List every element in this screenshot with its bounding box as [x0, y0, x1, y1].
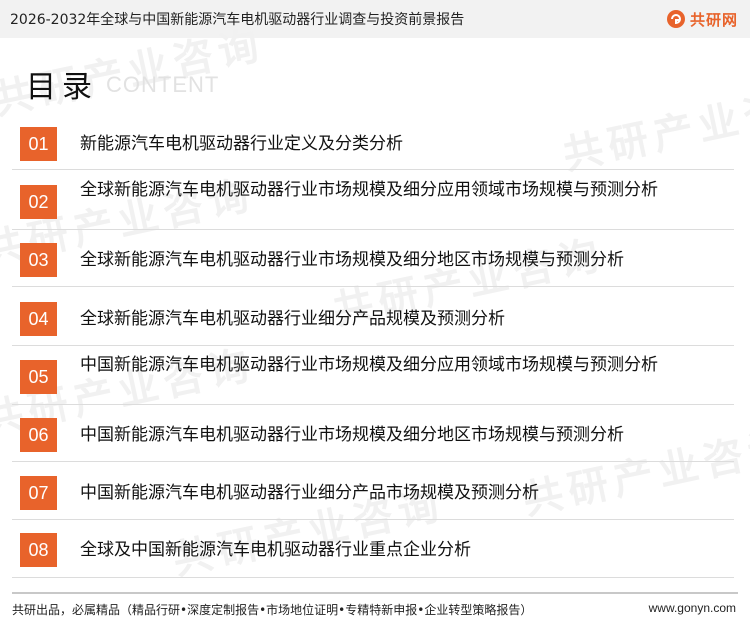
report-title: 2026-2032年全球与中国新能源汽车电机驱动器行业调查与投资前景报告	[10, 12, 465, 28]
divider	[12, 404, 734, 405]
item-number: 01	[20, 127, 57, 161]
logo-mark-icon	[666, 10, 685, 28]
report-header: 2026-2032年全球与中国新能源汽车电机驱动器行业调查与投资前景报告 共研网	[0, 0, 750, 38]
item-text: 中国新能源汽车电机驱动器行业市场规模及细分地区市场规模与预测分析	[80, 425, 624, 445]
divider	[12, 519, 734, 520]
item-number: 08	[20, 533, 57, 567]
item-number: 07	[20, 476, 57, 510]
divider	[12, 461, 734, 462]
toc-subtitle: CONTENT	[106, 72, 220, 97]
item-text: 全球新能源汽车电机驱动器行业市场规模及细分地区市场规模与预测分析	[80, 250, 624, 270]
item-number: 03	[20, 243, 57, 277]
watermark: 共研产业咨询	[559, 76, 750, 180]
item-text: 中国新能源汽车电机驱动器行业市场规模及细分应用领域市场规模与预测分析	[80, 355, 658, 375]
divider	[12, 229, 734, 230]
logo-text: 共研网	[689, 10, 738, 29]
brand-logo: 共研网	[666, 8, 738, 30]
footer-divider	[12, 592, 738, 594]
footer-website[interactable]: www.gonyn.com	[649, 601, 736, 615]
divider	[12, 345, 734, 346]
item-text: 中国新能源汽车电机驱动器行业细分产品市场规模及预测分析	[80, 483, 539, 503]
item-text: 全球及中国新能源汽车电机驱动器行业重点企业分析	[80, 540, 471, 560]
divider	[12, 286, 734, 287]
item-text: 全球新能源汽车电机驱动器行业细分产品规模及预测分析	[80, 309, 505, 329]
divider	[12, 169, 734, 170]
item-number: 02	[20, 185, 57, 219]
item-number: 04	[20, 302, 57, 336]
toc-title: 目录	[26, 70, 98, 105]
footer-slogan: 共研出品，必属精品（精品行研•深度定制报告•市场地位证明•专精特新申报•企业转型…	[12, 603, 533, 617]
item-number: 06	[20, 418, 57, 452]
divider	[12, 577, 734, 578]
item-number: 05	[20, 360, 57, 394]
item-text: 全球新能源汽车电机驱动器行业市场规模及细分应用领域市场规模与预测分析	[80, 180, 658, 200]
item-text: 新能源汽车电机驱动器行业定义及分类分析	[80, 134, 403, 154]
